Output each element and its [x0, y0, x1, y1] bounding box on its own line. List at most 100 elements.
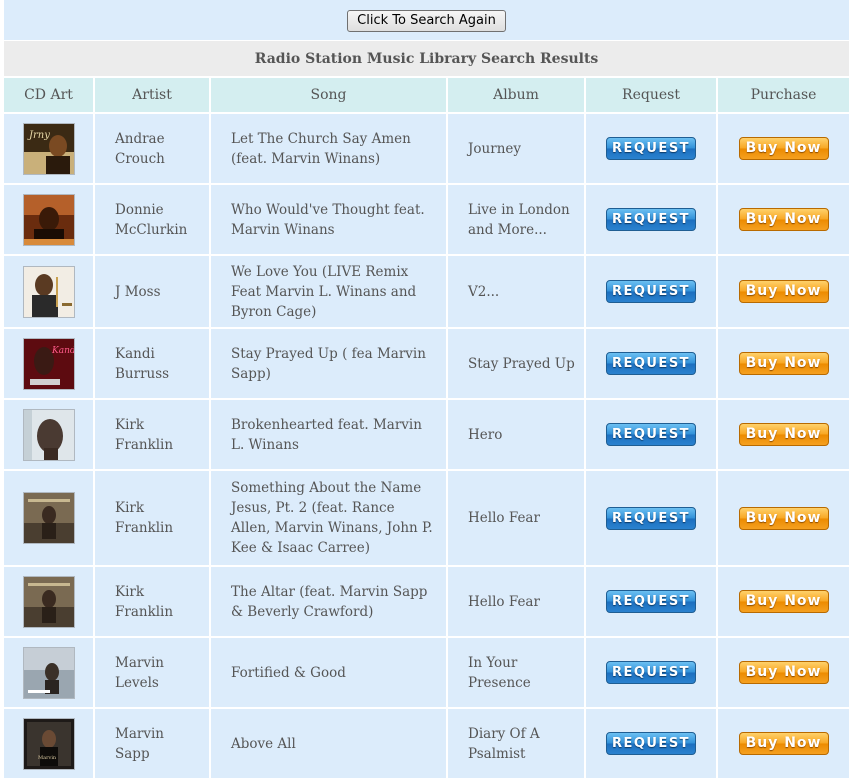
album-cell: Hello Fear: [448, 567, 586, 638]
song-cell: Above All: [211, 709, 448, 780]
album-cell: In Your Presence: [448, 638, 586, 709]
cd-art-cell: Jrny: [4, 114, 95, 185]
page: Click To Search Again Radio Station Musi…: [0, 0, 850, 782]
request-button[interactable]: REQUEST: [606, 732, 696, 755]
artist-cell: Kirk Franklin: [95, 567, 211, 638]
table-row: J Moss We Love You (LIVE Remix Feat Marv…: [4, 256, 850, 329]
request-button[interactable]: REQUEST: [606, 280, 696, 303]
svg-text:Marvin: Marvin: [38, 755, 57, 761]
table-row: Donnie McClurkin Who Would've Thought fe…: [4, 185, 850, 256]
purchase-cell: Buy Now: [718, 114, 850, 185]
top-bar: Click To Search Again: [4, 0, 849, 40]
buy-now-button[interactable]: Buy Now: [738, 732, 829, 755]
artist-cell: Kirk Franklin: [95, 400, 211, 471]
buy-now-button[interactable]: Buy Now: [738, 590, 829, 613]
table-row: Kandi Kandi Burruss Stay Prayed Up ( fea…: [4, 329, 850, 400]
purchase-cell: Buy Now: [718, 709, 850, 780]
song-cell: Stay Prayed Up ( fea Marvin Sapp): [211, 329, 448, 400]
header-artist: Artist: [95, 78, 211, 114]
cd-art-cell: [4, 256, 95, 329]
album-cell: Journey: [448, 114, 586, 185]
request-button[interactable]: REQUEST: [606, 590, 696, 613]
purchase-cell: Buy Now: [718, 567, 850, 638]
request-button[interactable]: REQUEST: [606, 352, 696, 375]
table-row: Kirk Franklin The Altar (feat. Marvin Sa…: [4, 567, 850, 638]
purchase-cell: Buy Now: [718, 638, 850, 709]
request-button[interactable]: REQUEST: [606, 423, 696, 446]
request-cell: REQUEST: [586, 638, 718, 709]
header-cd-art: CD Art: [4, 78, 95, 114]
album-cover-image[interactable]: [23, 194, 74, 245]
request-cell: REQUEST: [586, 567, 718, 638]
results-caption: Radio Station Music Library Search Resul…: [4, 41, 850, 78]
album-cell: V2...: [448, 256, 586, 329]
header-request: Request: [586, 78, 718, 114]
cd-art-cell: [4, 638, 95, 709]
buy-now-button[interactable]: Buy Now: [738, 208, 829, 231]
cd-art-cell: [4, 185, 95, 256]
request-button[interactable]: REQUEST: [606, 506, 696, 530]
song-cell: Brokenhearted feat. Marvin L. Winans: [211, 400, 448, 471]
header-purchase: Purchase: [718, 78, 850, 114]
buy-now-button[interactable]: Buy Now: [738, 280, 829, 303]
artist-cell: Donnie McClurkin: [95, 185, 211, 256]
artist-cell: Kandi Burruss: [95, 329, 211, 400]
request-cell: REQUEST: [586, 185, 718, 256]
album-cell: Stay Prayed Up: [448, 329, 586, 400]
album-cover-image[interactable]: [23, 647, 74, 698]
artist-cell: Kirk Franklin: [95, 471, 211, 567]
table-row: Marvin Marvin Sapp Above All Diary Of A …: [4, 709, 850, 780]
cd-art-cell: [4, 400, 95, 471]
artist-cell: Marvin Sapp: [95, 709, 211, 780]
cd-art-cell: [4, 567, 95, 638]
request-cell: REQUEST: [586, 709, 718, 780]
purchase-cell: Buy Now: [718, 185, 850, 256]
album-cover-image[interactable]: [23, 493, 74, 543]
song-cell: We Love You (LIVE Remix Feat Marvin L. W…: [211, 256, 448, 329]
purchase-cell: Buy Now: [718, 256, 850, 329]
header-song: Song: [211, 78, 448, 114]
results-table: Radio Station Music Library Search Resul…: [4, 41, 850, 780]
album-cell: Diary Of A Psalmist: [448, 709, 586, 780]
purchase-cell: Buy Now: [718, 329, 850, 400]
header-album: Album: [448, 78, 586, 114]
table-row: Kirk Franklin Brokenhearted feat. Marvin…: [4, 400, 850, 471]
song-cell: Let The Church Say Amen (feat. Marvin Wi…: [211, 114, 448, 185]
request-cell: REQUEST: [586, 471, 718, 567]
purchase-cell: Buy Now: [718, 471, 850, 567]
album-cell: Hello Fear: [448, 471, 586, 567]
song-cell: Fortified & Good: [211, 638, 448, 709]
request-button[interactable]: REQUEST: [606, 208, 696, 231]
svg-text:Jrny: Jrny: [27, 130, 50, 141]
svg-text:Kandi: Kandi: [51, 346, 74, 356]
buy-now-button[interactable]: Buy Now: [738, 352, 829, 375]
album-cover-image[interactable]: Kandi: [23, 338, 74, 389]
request-cell: REQUEST: [586, 400, 718, 471]
cd-art-cell: [4, 471, 95, 567]
album-cover-image[interactable]: [23, 409, 74, 460]
album-cover-image[interactable]: [23, 266, 74, 317]
request-button[interactable]: REQUEST: [606, 137, 696, 160]
purchase-cell: Buy Now: [718, 400, 850, 471]
song-cell: Something About the Name Jesus, Pt. 2 (f…: [211, 471, 448, 567]
table-row: Kirk Franklin Something About the Name J…: [4, 471, 850, 567]
request-button[interactable]: REQUEST: [606, 661, 696, 684]
album-cover-image[interactable]: Jrny: [23, 123, 74, 174]
request-cell: REQUEST: [586, 114, 718, 185]
album-cell: Hero: [448, 400, 586, 471]
artist-cell: Andrae Crouch: [95, 114, 211, 185]
buy-now-button[interactable]: Buy Now: [738, 506, 829, 530]
cd-art-cell: Marvin: [4, 709, 95, 780]
search-again-button[interactable]: Click To Search Again: [347, 9, 506, 32]
buy-now-button[interactable]: Buy Now: [738, 137, 829, 160]
album-cover-image[interactable]: Marvin: [23, 718, 74, 769]
table-row: Marvin Levels Fortified & Good In Your P…: [4, 638, 850, 709]
album-cover-image[interactable]: [23, 576, 74, 627]
cd-art-cell: Kandi: [4, 329, 95, 400]
song-cell: The Altar (feat. Marvin Sapp & Beverly C…: [211, 567, 448, 638]
request-cell: REQUEST: [586, 256, 718, 329]
song-cell: Who Would've Thought feat. Marvin Winans: [211, 185, 448, 256]
buy-now-button[interactable]: Buy Now: [738, 423, 829, 446]
buy-now-button[interactable]: Buy Now: [738, 661, 829, 684]
album-cell: Live in London and More...: [448, 185, 586, 256]
